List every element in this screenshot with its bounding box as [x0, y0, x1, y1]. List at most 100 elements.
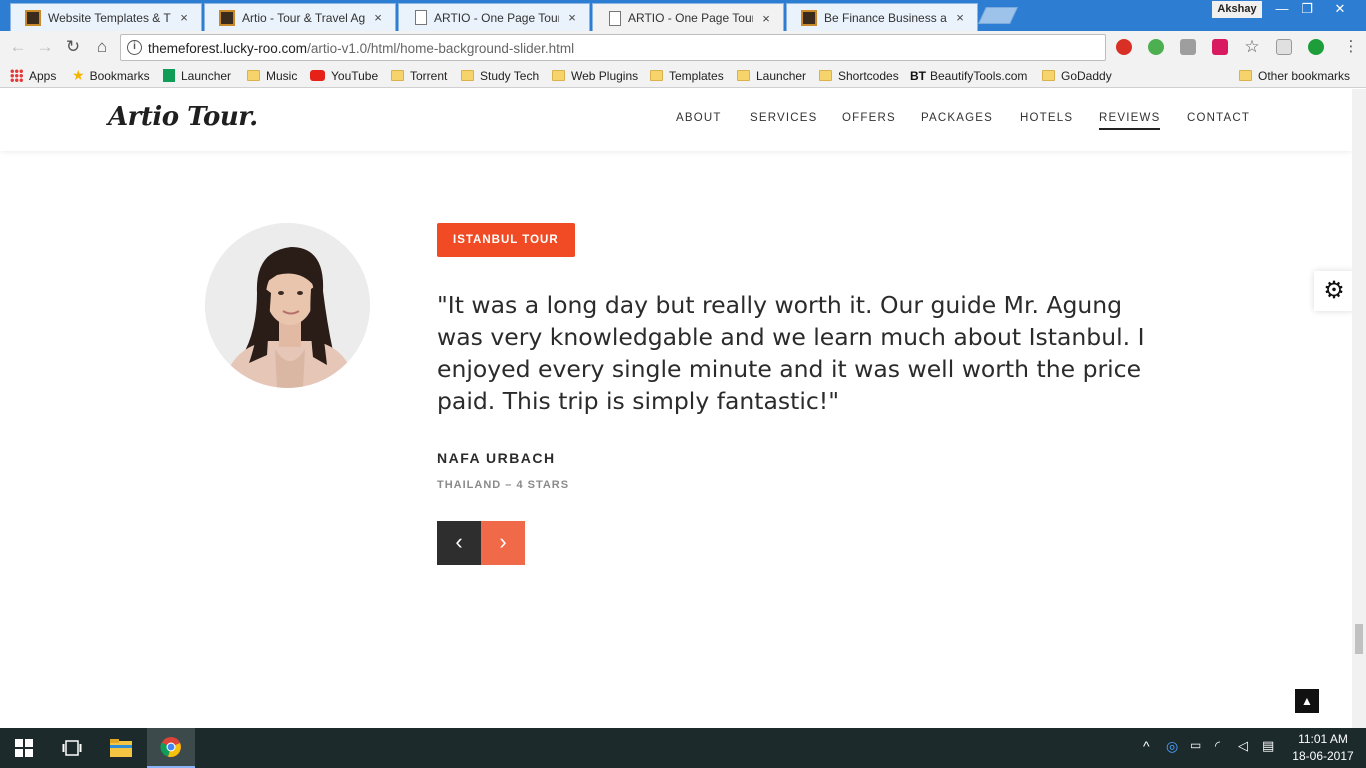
browser-tab-strip: Website Templates & Th × Artio - Tour & … [0, 0, 1366, 32]
bookmark-folder[interactable]: Music [247, 67, 297, 84]
start-button[interactable] [0, 728, 48, 768]
extension-check-icon[interactable] [1148, 39, 1164, 55]
bookmark-folder[interactable]: Web Plugins [552, 67, 638, 84]
reload-icon[interactable]: ↻ [62, 36, 84, 58]
windows-logo-icon [15, 739, 33, 757]
bookmark-folder[interactable]: Study Tech [461, 67, 539, 84]
extension-shield-icon[interactable] [1116, 39, 1132, 55]
envato-icon [219, 9, 235, 26]
home-icon[interactable]: ⌂ [91, 36, 113, 58]
settings-panel-toggle[interactable]: ⚙ [1314, 271, 1354, 311]
close-window-icon[interactable]: ✕ [1325, 0, 1355, 20]
menu-kebab-icon[interactable]: ⋮ [1340, 36, 1362, 58]
nav-services[interactable]: SERVICES [750, 112, 818, 124]
clock-time: 11:01 AM [1298, 732, 1348, 746]
bookmark-star-icon[interactable]: ☆ [1241, 36, 1263, 58]
close-tab-icon[interactable]: × [953, 10, 967, 25]
clock-date: 18-06-2017 [1292, 749, 1354, 763]
browser-tab[interactable]: ARTIO - One Page Tour & × [398, 3, 590, 31]
bookmark-label: Study Tech [480, 68, 540, 83]
bookmark-label: Bookmarks [89, 68, 150, 83]
tray-chevron-up-icon[interactable]: ^ [1143, 738, 1150, 754]
bookmark-folder[interactable]: GoDaddy [1042, 67, 1112, 84]
tray-wifi-icon[interactable]: ◜ [1215, 738, 1220, 754]
bookmark-bookmarks[interactable]: ★ Bookmarks [72, 67, 150, 84]
nav-contact[interactable]: CONTACT [1187, 112, 1250, 124]
bookmark-folder[interactable]: Torrent [391, 67, 447, 84]
bookmark-folder[interactable]: Launcher [737, 67, 806, 84]
forward-icon[interactable]: → [34, 36, 56, 58]
envato-icon [801, 9, 817, 26]
task-view-icon [62, 740, 82, 756]
next-review-button[interactable]: › [481, 521, 525, 565]
tray-volume-icon[interactable]: ◁ [1238, 738, 1248, 754]
bookmark-youtube[interactable]: YouTube [310, 67, 378, 84]
review-quote: "It was a long day but really worth it. … [437, 291, 1145, 415]
task-view-button[interactable] [48, 728, 96, 768]
browser-tab[interactable]: Artio - Tour & Travel Age × [204, 3, 396, 31]
bookmark-label: Music [266, 68, 298, 83]
nav-reviews[interactable]: REVIEWS [1099, 112, 1161, 130]
bookmark-apps[interactable]: Apps [10, 67, 56, 84]
page-viewport: Artio Tour. ABOUT SERVICES OFFERS PACKAG… [0, 89, 1366, 728]
bookmark-launcher[interactable]: Launcher [163, 67, 231, 84]
bookmark-label: Shortcodes [838, 68, 899, 83]
nav-packages[interactable]: PACKAGES [921, 112, 993, 124]
extension-grey-icon[interactable] [1180, 39, 1196, 55]
folder-icon [461, 70, 474, 81]
tour-tag[interactable]: ISTANBUL TOUR [437, 223, 575, 257]
nav-offers[interactable]: OFFERS [842, 112, 896, 124]
close-tab-icon[interactable]: × [565, 10, 579, 25]
address-bar[interactable]: i themeforest.lucky-roo.com/artio-v1.0/h… [120, 34, 1106, 61]
extension-pocket-icon[interactable] [1212, 39, 1228, 55]
close-tab-icon[interactable]: × [759, 11, 773, 26]
bookmark-other[interactable]: Other bookmarks [1239, 67, 1350, 84]
browser-toolbar: ← → ↻ ⌂ i themeforest.lucky-roo.com/arti… [0, 31, 1366, 63]
review-author: NAFA URBACH [437, 450, 556, 466]
bookmark-label: Templates [669, 68, 724, 83]
site-info-icon[interactable]: i [127, 40, 142, 55]
folder-icon [650, 70, 663, 81]
page-scrollbar[interactable] [1352, 89, 1366, 728]
file-explorer-icon [110, 739, 132, 757]
url-path: /artio-v1.0/html/home-background-slider.… [307, 41, 575, 56]
previous-review-button[interactable]: ‹ [437, 521, 481, 565]
browser-tab[interactable]: Website Templates & Th × [10, 3, 202, 31]
chrome-taskbar-button[interactable] [147, 728, 195, 768]
extension-green-dot-icon[interactable] [1308, 39, 1324, 55]
bookmark-label: Launcher [181, 68, 232, 83]
bookmark-folder[interactable]: Shortcodes [819, 67, 899, 84]
url-host: themeforest.lucky-roo.com [148, 41, 308, 56]
tray-notifications-icon[interactable]: ▤ [1262, 738, 1274, 754]
browser-tab-active[interactable]: ARTIO - One Page Tour & × [592, 3, 784, 32]
scrollbar-thumb[interactable] [1355, 624, 1363, 654]
chevron-right-icon: › [499, 529, 507, 554]
tray-battery-icon[interactable]: ▭ [1190, 738, 1201, 752]
site-logo[interactable]: Artio Tour. [108, 102, 258, 132]
browser-tab[interactable]: Be Finance Business and × [786, 3, 978, 31]
bookmark-folder[interactable]: Templates [650, 67, 724, 84]
back-to-top-button[interactable]: ▲ [1295, 689, 1319, 713]
close-tab-icon[interactable]: × [371, 10, 385, 25]
chevron-up-icon: ▲ [1301, 694, 1313, 708]
back-icon[interactable]: ← [7, 36, 29, 58]
bookmark-label: Apps [29, 68, 57, 83]
profile-button[interactable]: Akshay [1212, 1, 1262, 18]
nav-hotels[interactable]: HOTELS [1020, 112, 1073, 124]
nav-about[interactable]: ABOUT [676, 112, 722, 124]
new-tab-button[interactable] [978, 7, 1018, 24]
tab-title: ARTIO - One Page Tour & [434, 10, 559, 25]
bookmark-label: Web Plugins [571, 68, 639, 83]
page-icon [609, 10, 621, 26]
extension-mail-icon[interactable] [1276, 39, 1292, 55]
bookmark-beautifytools[interactable]: BT BeautifyTools.com [910, 67, 1027, 84]
taskbar-clock[interactable]: 11:01 AM 18-06-2017 [1284, 731, 1362, 765]
review-meta: THAILAND – 4 STARS [437, 479, 570, 491]
youtube-icon [310, 70, 325, 81]
close-tab-icon[interactable]: × [177, 10, 191, 25]
tray-sync-icon[interactable]: ◎ [1166, 738, 1178, 755]
file-explorer-button[interactable] [97, 728, 145, 768]
restore-icon[interactable]: ❐ [1292, 0, 1322, 20]
bookmark-label: YouTube [331, 68, 379, 83]
bookmark-label: Other bookmarks [1258, 68, 1351, 83]
